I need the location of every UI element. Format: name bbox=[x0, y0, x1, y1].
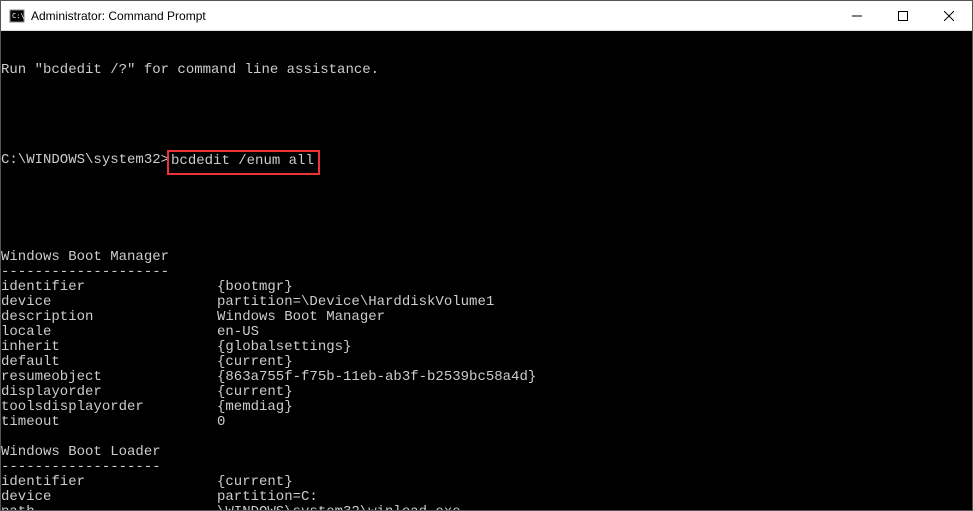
output-row: descriptionWindows Boot Manager bbox=[1, 310, 972, 325]
cmd-icon: C:\ bbox=[9, 8, 25, 24]
terminal-area[interactable]: Run "bcdedit /?" for command line assist… bbox=[1, 31, 972, 510]
blank-line bbox=[1, 430, 972, 445]
output-value: Windows Boot Manager bbox=[217, 310, 385, 325]
output-key: device bbox=[1, 490, 217, 505]
output-key: displayorder bbox=[1, 385, 217, 400]
output-value: {current} bbox=[217, 385, 293, 400]
output-value: {memdiag} bbox=[217, 400, 293, 415]
output-sections: Windows Boot Manager--------------------… bbox=[1, 250, 972, 510]
output-row: devicepartition=\Device\HarddiskVolume1 bbox=[1, 295, 972, 310]
output-row: path\WINDOWS\system32\winload.exe bbox=[1, 505, 972, 510]
blank-line bbox=[1, 205, 972, 220]
close-button[interactable] bbox=[926, 1, 972, 30]
command-text: bcdedit /enum all bbox=[171, 153, 314, 169]
blank-line bbox=[1, 108, 972, 123]
output-key: inherit bbox=[1, 340, 217, 355]
output-row: identifier{current} bbox=[1, 475, 972, 490]
output-row: toolsdisplayorder{memdiag} bbox=[1, 400, 972, 415]
output-value: 0 bbox=[217, 415, 225, 430]
window-title: Administrator: Command Prompt bbox=[31, 9, 834, 23]
section-divider: -------------------- bbox=[1, 265, 972, 280]
highlighted-command: bcdedit /enum all bbox=[167, 150, 320, 175]
output-key: identifier bbox=[1, 475, 217, 490]
output-row: devicepartition=C: bbox=[1, 490, 972, 505]
section-title: Windows Boot Manager bbox=[1, 250, 972, 265]
output-key: resumeobject bbox=[1, 370, 217, 385]
section-divider: ------------------- bbox=[1, 460, 972, 475]
output-key: identifier bbox=[1, 280, 217, 295]
output-row: default{current} bbox=[1, 355, 972, 370]
output-value: {globalsettings} bbox=[217, 340, 351, 355]
output-row: localeen-US bbox=[1, 325, 972, 340]
output-key: description bbox=[1, 310, 217, 325]
output-value: {current} bbox=[217, 475, 293, 490]
output-row: timeout0 bbox=[1, 415, 972, 430]
output-key: default bbox=[1, 355, 217, 370]
output-row: displayorder{current} bbox=[1, 385, 972, 400]
output-value: {bootmgr} bbox=[217, 280, 293, 295]
maximize-button[interactable] bbox=[880, 1, 926, 30]
output-value: en-US bbox=[217, 325, 259, 340]
svg-text:C:\: C:\ bbox=[12, 12, 25, 20]
output-value: {863a755f-f75b-11eb-ab3f-b2539bc58a4d} bbox=[217, 370, 536, 385]
cmd-window: C:\ Administrator: Command Prompt Run "b… bbox=[0, 0, 973, 511]
output-key: path bbox=[1, 505, 217, 510]
output-row: inherit{globalsettings} bbox=[1, 340, 972, 355]
output-value: partition=C: bbox=[217, 490, 318, 505]
window-controls bbox=[834, 1, 972, 30]
minimize-button[interactable] bbox=[834, 1, 880, 30]
output-key: timeout bbox=[1, 415, 217, 430]
output-key: device bbox=[1, 295, 217, 310]
command-line: C:\WINDOWS\system32>bcdedit /enum all bbox=[1, 153, 972, 175]
titlebar[interactable]: C:\ Administrator: Command Prompt bbox=[1, 1, 972, 31]
output-value: partition=\Device\HarddiskVolume1 bbox=[217, 295, 494, 310]
help-line: Run "bcdedit /?" for command line assist… bbox=[1, 63, 972, 78]
output-row: identifier{bootmgr} bbox=[1, 280, 972, 295]
output-key: toolsdisplayorder bbox=[1, 400, 217, 415]
output-value: {current} bbox=[217, 355, 293, 370]
output-value: \WINDOWS\system32\winload.exe bbox=[217, 505, 461, 510]
section-title: Windows Boot Loader bbox=[1, 445, 972, 460]
output-key: locale bbox=[1, 325, 217, 340]
output-row: resumeobject{863a755f-f75b-11eb-ab3f-b25… bbox=[1, 370, 972, 385]
prompt-path: C:\WINDOWS\system32> bbox=[1, 153, 169, 168]
